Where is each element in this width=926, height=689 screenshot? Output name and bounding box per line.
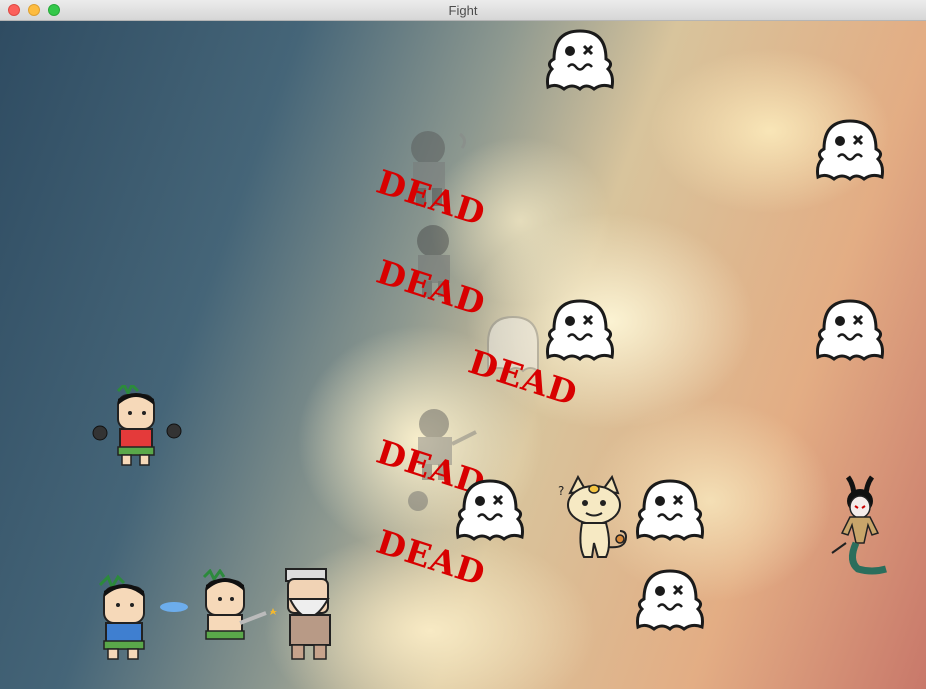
ghost-enemy[interactable]: [812, 115, 888, 185]
defeated-warrior: [408, 491, 428, 511]
svg-text:?: ?: [558, 484, 564, 498]
title-bar: Fight: [0, 0, 926, 21]
elder-hero[interactable]: [276, 565, 348, 665]
hero-calabash-sword[interactable]: [194, 569, 280, 655]
ghost-enemy[interactable]: [542, 295, 618, 365]
meowth-enemy[interactable]: ?: [556, 473, 636, 565]
hero-calabash-bomber[interactable]: [88, 385, 188, 469]
ghost-enemy[interactable]: [632, 475, 708, 545]
battle-stage[interactable]: DEAD DEAD DEAD DEAD DEAD ?: [0, 21, 926, 689]
ghost-enemy[interactable]: [812, 295, 888, 365]
hero-calabash-water[interactable]: [88, 573, 198, 663]
ghost-enemy[interactable]: [542, 25, 618, 95]
snake-demon-enemy[interactable]: [828, 473, 896, 577]
window-title: Fight: [448, 3, 478, 18]
ghost-enemy[interactable]: [632, 565, 708, 635]
game-window: Fight DEAD DEAD DEAD DEAD DEAD ?: [0, 0, 926, 689]
ghost-enemy[interactable]: [452, 475, 528, 545]
